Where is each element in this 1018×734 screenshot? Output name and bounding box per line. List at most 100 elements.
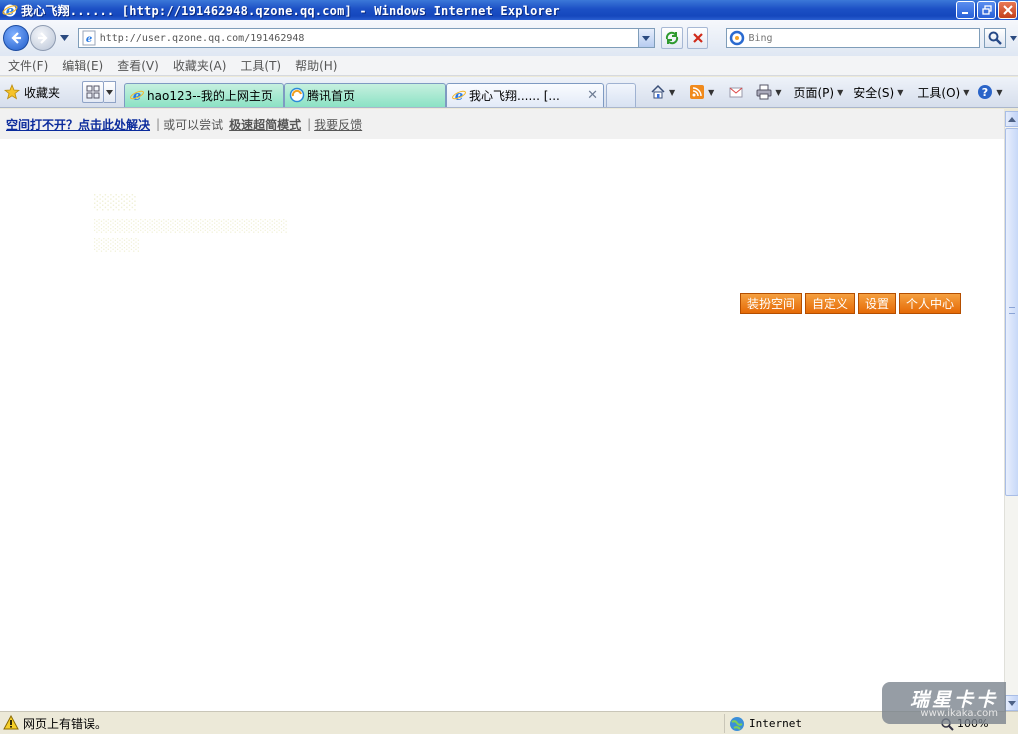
try-text: 或可以尝试 <box>163 117 224 132</box>
chevron-down-icon <box>642 35 651 41</box>
tab-label: 我心飞翔...... [... <box>469 88 560 103</box>
menu-tools[interactable]: 工具(T) <box>233 57 288 74</box>
warning-icon[interactable] <box>3 715 19 731</box>
vertical-scrollbar[interactable] <box>1004 111 1018 711</box>
chevron-down-icon <box>1008 700 1016 706</box>
minimize-button[interactable] <box>956 1 975 19</box>
search-icon <box>988 31 1002 45</box>
menu-edit[interactable]: 编辑(E) <box>55 57 110 74</box>
page-menu[interactable]: 页面(P) ▼ <box>793 84 843 101</box>
fix-space-link[interactable]: 空间打不开？点击此处解决 <box>6 116 150 133</box>
arrow-right-icon <box>37 32 48 44</box>
decorate-space-button[interactable]: 装扮空间 <box>740 293 803 314</box>
favorites-button[interactable]: 收藏夹 <box>4 84 60 101</box>
settings-button[interactable]: 设置 <box>858 293 897 314</box>
simple-mode-link[interactable]: 极速超简模式 <box>229 116 301 133</box>
menu-favorites[interactable]: 收藏夹(A) <box>166 57 234 74</box>
new-tab-button[interactable] <box>606 82 637 107</box>
mail-button[interactable] <box>728 84 744 100</box>
feedback-link[interactable]: 我要反馈 <box>314 116 362 133</box>
faded-space-title: ░░░░ <box>94 195 138 211</box>
search-options-dropdown[interactable] <box>1008 35 1018 41</box>
help-icon: ? <box>978 85 993 99</box>
menu-file[interactable]: 文件(F) <box>0 57 55 74</box>
tab-bar: 收藏夹 e hao123--我的上网主页 腾讯首页 e 我心飞翔...... [… <box>0 77 1018 108</box>
chevron-down-icon <box>1009 35 1017 41</box>
rss-icon <box>690 85 705 99</box>
separator: | <box>307 117 312 131</box>
page-content: ░░░░ ░░░░░░░░░░░░░░░░░░░░░ ░░░░░ 装扮空间 自定… <box>0 139 1004 711</box>
search-input[interactable] <box>748 32 969 44</box>
chevron-down-icon <box>60 35 70 41</box>
safety-menu-label: 安全(S) <box>853 85 895 100</box>
scroll-down-button[interactable] <box>1005 695 1018 711</box>
restore-icon <box>981 5 992 15</box>
home-icon <box>651 84 665 99</box>
grip-icon <box>1009 307 1015 314</box>
favorites-label: 收藏夹 <box>24 85 61 100</box>
search-button[interactable] <box>984 28 1007 48</box>
zone-label: Internet <box>749 717 802 730</box>
tools-menu[interactable]: 工具(O) ▼ <box>917 84 969 101</box>
search-box[interactable] <box>726 28 981 48</box>
quick-tabs-button[interactable] <box>82 81 105 103</box>
stop-button[interactable] <box>686 27 709 49</box>
menu-bar: 文件(F) 编辑(E) 查看(V) 收藏夹(A) 工具(T) 帮助(H) <box>0 56 1018 76</box>
minimize-icon <box>961 12 968 14</box>
qzone-notice-bar: 空间打不开？点击此处解决 | 或可以尝试 极速超简模式 | 我要反馈 <box>0 109 1004 139</box>
stop-icon <box>692 33 703 43</box>
mail-icon <box>729 87 743 98</box>
scroll-up-button[interactable] <box>1005 111 1018 127</box>
home-button[interactable]: ▼ <box>650 84 675 100</box>
ie-icon: e <box>130 89 144 103</box>
menu-view[interactable]: 查看(V) <box>110 57 166 74</box>
refresh-icon <box>665 31 678 45</box>
tab-qzone-active[interactable]: e 我心飞翔...... [... ✕ <box>446 82 605 107</box>
tencent-icon <box>289 87 305 103</box>
menu-help[interactable]: 帮助(H) <box>288 57 344 74</box>
print-button[interactable]: ▼ <box>756 84 781 100</box>
address-input[interactable]: e http://user.qzone.qq.com/191462948 <box>77 28 655 48</box>
close-button[interactable] <box>998 1 1017 19</box>
tab-hao123[interactable]: e hao123--我的上网主页 <box>124 82 285 107</box>
help-button[interactable]: ? ▼ <box>977 84 1003 100</box>
faded-text-line: ░░░░░ <box>94 238 141 252</box>
page-ie-icon: e <box>82 30 96 46</box>
faded-text-line: ░░░░░░░░░░░░░░░░░░░░░ <box>94 219 288 233</box>
feeds-button[interactable]: ▼ <box>689 84 714 100</box>
svg-text:?: ? <box>982 86 988 99</box>
tab-label: hao123--我的上网主页 <box>147 88 273 103</box>
tab-tencent[interactable]: 腾讯首页 <box>284 82 447 107</box>
status-bar: 网页上有错误。 Internet 100% <box>0 711 1018 734</box>
title-bar: e 我心飞翔...... [http://191462948.qzone.qq.… <box>0 0 1018 20</box>
tab-label: 腾讯首页 <box>307 88 356 103</box>
personal-center-button[interactable]: 个人中心 <box>899 293 962 314</box>
safety-menu[interactable]: 安全(S) ▼ <box>853 84 903 101</box>
status-message[interactable]: 网页上有错误。 <box>23 715 107 732</box>
separator: | <box>156 117 161 131</box>
back-button[interactable] <box>3 25 29 51</box>
star-icon <box>4 84 20 100</box>
address-dropdown[interactable] <box>637 29 654 47</box>
globe-icon <box>730 716 744 731</box>
forward-button[interactable] <box>29 25 56 51</box>
address-toolbar: e http://user.qzone.qq.com/191462948 <box>0 20 1018 56</box>
watermark-url: www.ikaka.com <box>920 708 998 719</box>
window-title: 我心飞翔...... [http://191462948.qzone.qq.co… <box>21 3 560 18</box>
arrow-left-icon <box>11 32 21 44</box>
tab-close-icon[interactable]: ✕ <box>587 88 598 103</box>
customize-button[interactable]: 自定义 <box>805 293 856 314</box>
ie-icon: e <box>452 89 466 103</box>
url-text: http://user.qzone.qq.com/191462948 <box>99 32 305 44</box>
page-menu-label: 页面(P) <box>793 85 835 100</box>
history-dropdown[interactable] <box>60 35 70 41</box>
chevron-down-icon <box>106 89 114 95</box>
scroll-thumb[interactable] <box>1005 128 1018 496</box>
printer-icon <box>756 84 772 100</box>
tab-list-dropdown[interactable] <box>104 81 117 103</box>
refresh-button[interactable] <box>660 27 683 49</box>
restore-button[interactable] <box>977 1 996 19</box>
security-zone[interactable]: Internet <box>724 714 884 733</box>
qzone-action-buttons: 装扮空间 自定义 设置 个人中心 <box>740 293 962 314</box>
grid-icon <box>86 85 100 99</box>
